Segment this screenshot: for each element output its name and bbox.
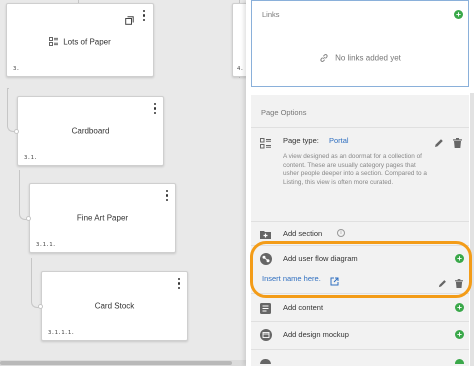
page-type-value[interactable]: Portal bbox=[329, 136, 349, 145]
add-option-button[interactable] bbox=[455, 359, 464, 364]
highlight-annotation bbox=[250, 241, 472, 298]
page-type-label: Page type: bbox=[283, 136, 319, 145]
page-type-row: Page type: Portal A view designed as an … bbox=[251, 127, 469, 221]
node-menu-icon[interactable] bbox=[165, 190, 169, 201]
node-number: 4. bbox=[237, 66, 244, 72]
duplicate-icon[interactable] bbox=[125, 12, 134, 25]
node-number: 3.1.1. bbox=[36, 242, 56, 248]
folder-add-icon bbox=[260, 227, 271, 239]
sitemap-node[interactable]: Cardboard 3.1. bbox=[17, 96, 164, 166]
link-icon bbox=[319, 53, 329, 63]
node-number: 3. bbox=[13, 66, 20, 72]
panel-scrollbar[interactable] bbox=[470, 93, 474, 366]
connector-handle[interactable] bbox=[26, 216, 31, 221]
no-links-message: No links added yet bbox=[252, 53, 468, 63]
node-number: 3.1.1.1. bbox=[48, 330, 75, 336]
add-link-button[interactable]: + bbox=[454, 10, 463, 19]
add-design-mockup-button[interactable]: + bbox=[455, 330, 464, 339]
sitemap-canvas[interactable]: Lots of Paper 3. 4. Cardboard 3.1. Fine … bbox=[0, 0, 246, 366]
edit-page-type-icon[interactable] bbox=[434, 135, 443, 147]
connector-handle[interactable] bbox=[14, 129, 19, 134]
node-menu-icon[interactable] bbox=[177, 278, 181, 289]
add-design-mockup-row[interactable]: Add design mockup + bbox=[251, 321, 469, 349]
sitemap-node[interactable]: Card Stock 3.1.1.1. bbox=[41, 271, 188, 341]
links-section: Links + No links added yet bbox=[251, 0, 469, 87]
cutoff-row bbox=[251, 353, 469, 364]
info-icon[interactable]: i bbox=[337, 229, 345, 237]
add-section-label: Add section bbox=[283, 229, 323, 238]
no-links-text: No links added yet bbox=[335, 53, 401, 63]
node-title: Lots of Paper bbox=[63, 37, 111, 47]
page-list-icon bbox=[49, 37, 59, 47]
page-type-description: A view designed as an doormat for a coll… bbox=[283, 153, 427, 186]
delete-page-type-icon[interactable] bbox=[453, 135, 462, 148]
option-icon bbox=[260, 359, 271, 364]
page-options-header: Page Options bbox=[261, 108, 307, 117]
connector-handle[interactable] bbox=[38, 304, 43, 309]
content-icon bbox=[260, 301, 271, 314]
page-options-section: Page Options Page type: Portal A view de… bbox=[251, 95, 469, 366]
node-title: Fine Art Paper bbox=[76, 213, 129, 223]
horizontal-scrollbar[interactable] bbox=[0, 360, 246, 366]
sitemap-node[interactable]: Lots of Paper 3. bbox=[6, 3, 154, 77]
node-number: 3.1. bbox=[24, 155, 38, 161]
page-details-panel: Links + No links added yet Page Options … bbox=[246, 0, 474, 366]
sitemap-node[interactable]: Fine Art Paper 3.1.1. bbox=[29, 183, 176, 253]
node-title: Cardboard bbox=[71, 126, 110, 136]
connector-line bbox=[19, 170, 29, 220]
add-design-mockup-label: Add design mockup bbox=[283, 330, 349, 339]
sitemap-node-partial[interactable]: 4. bbox=[232, 3, 246, 77]
connector-line bbox=[7, 88, 9, 89]
mockup-icon bbox=[260, 328, 272, 341]
connector-line bbox=[7, 88, 17, 132]
connector-line bbox=[31, 258, 41, 308]
node-menu-icon[interactable] bbox=[142, 10, 146, 21]
page-list-icon bbox=[260, 136, 271, 149]
scrollbar-thumb[interactable] bbox=[0, 361, 232, 365]
add-content-button[interactable]: + bbox=[455, 303, 464, 312]
divider bbox=[251, 349, 469, 350]
node-title: Card Stock bbox=[94, 301, 135, 311]
links-header: Links bbox=[262, 10, 280, 19]
node-menu-icon[interactable] bbox=[153, 103, 157, 114]
add-content-label: Add content bbox=[283, 303, 324, 312]
